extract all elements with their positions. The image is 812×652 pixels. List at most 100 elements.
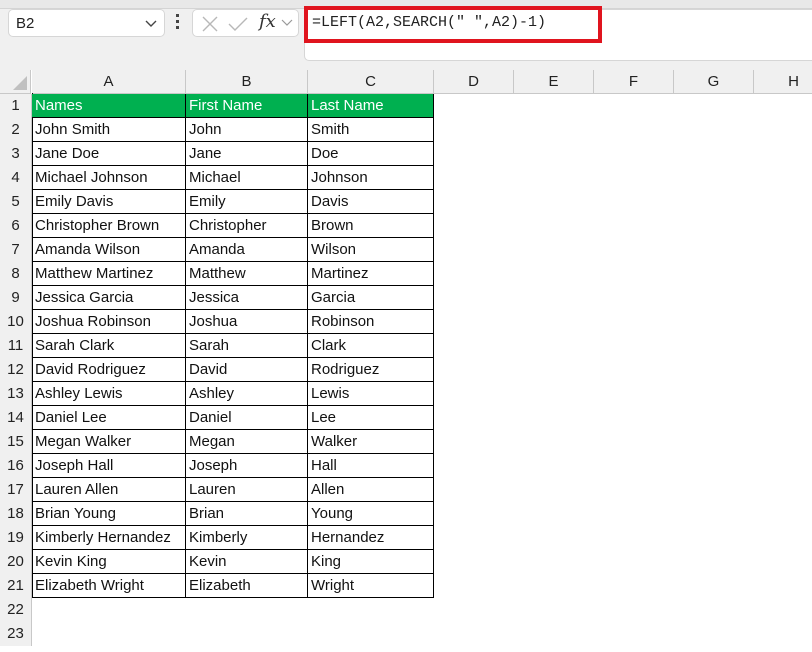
table-cell[interactable]: Matthew	[186, 262, 308, 286]
select-all-button[interactable]	[0, 70, 31, 94]
column-header-e[interactable]: E	[514, 70, 594, 94]
table-cell[interactable]: Sarah Clark	[32, 334, 186, 358]
table-cell[interactable]: Johnson	[308, 166, 434, 190]
row-header-11[interactable]: 11	[0, 334, 32, 358]
row-header-9[interactable]: 9	[0, 286, 32, 310]
table-cell[interactable]: Kimberly	[186, 526, 308, 550]
table-cell[interactable]: Emily Davis	[32, 190, 186, 214]
row-header-16[interactable]: 16	[0, 454, 32, 478]
row-header-5[interactable]: 5	[0, 190, 32, 214]
table-cell[interactable]: Joshua Robinson	[32, 310, 186, 334]
name-box[interactable]: B2	[8, 9, 165, 37]
table-cell[interactable]: Jane Doe	[32, 142, 186, 166]
column-header-b[interactable]: B	[186, 70, 308, 94]
table-cell[interactable]: King	[308, 550, 434, 574]
header-cell[interactable]: First Name	[186, 94, 308, 118]
table-cell[interactable]: Elizabeth Wright	[32, 574, 186, 598]
chevron-down-icon[interactable]	[281, 18, 293, 28]
table-cell[interactable]: Amanda	[186, 238, 308, 262]
table-cell[interactable]: Garcia	[308, 286, 434, 310]
formula-input[interactable]: =LEFT(A2,SEARCH(" ",A2)-1)	[312, 14, 546, 31]
table-cell[interactable]: Davis	[308, 190, 434, 214]
row-header-10[interactable]: 10	[0, 310, 32, 334]
row-header-1[interactable]: 1	[0, 94, 32, 118]
table-cell[interactable]: Walker	[308, 430, 434, 454]
row-header-20[interactable]: 20	[0, 550, 32, 574]
table-cell[interactable]: Hernandez	[308, 526, 434, 550]
header-cell[interactable]: Last Name	[308, 94, 434, 118]
table-cell[interactable]: Megan	[186, 430, 308, 454]
table-cell[interactable]: Lewis	[308, 382, 434, 406]
table-cell[interactable]: Jessica	[186, 286, 308, 310]
table-cell[interactable]: Brian Young	[32, 502, 186, 526]
row-header-4[interactable]: 4	[0, 166, 32, 190]
row-header-22[interactable]: 22	[0, 598, 32, 622]
table-cell[interactable]: John	[186, 118, 308, 142]
column-header-h[interactable]: H	[754, 70, 812, 94]
row-header-7[interactable]: 7	[0, 238, 32, 262]
column-header-c[interactable]: C	[308, 70, 434, 94]
insert-function-icon[interactable]: fx	[259, 11, 276, 32]
table-cell[interactable]: Christopher Brown	[32, 214, 186, 238]
table-cell[interactable]: Emily	[186, 190, 308, 214]
table-cell[interactable]: Michael Johnson	[32, 166, 186, 190]
table-cell[interactable]: Ashley Lewis	[32, 382, 186, 406]
cancel-x-icon[interactable]	[201, 15, 219, 33]
table-cell[interactable]: Wright	[308, 574, 434, 598]
table-cell[interactable]: Ashley	[186, 382, 308, 406]
table-cell[interactable]: Robinson	[308, 310, 434, 334]
table-cell[interactable]: Matthew Martinez	[32, 262, 186, 286]
table-cell[interactable]: Wilson	[308, 238, 434, 262]
table-cell[interactable]: Smith	[308, 118, 434, 142]
row-header-13[interactable]: 13	[0, 382, 32, 406]
row-header-12[interactable]: 12	[0, 358, 32, 382]
table-cell[interactable]: Elizabeth	[186, 574, 308, 598]
table-cell[interactable]: Daniel	[186, 406, 308, 430]
table-cell[interactable]: Joshua	[186, 310, 308, 334]
column-header-g[interactable]: G	[674, 70, 754, 94]
row-header-17[interactable]: 17	[0, 478, 32, 502]
header-cell[interactable]: Names	[32, 94, 186, 118]
table-cell[interactable]: Jane	[186, 142, 308, 166]
column-header-a[interactable]: A	[32, 70, 186, 94]
table-cell[interactable]: Michael	[186, 166, 308, 190]
table-cell[interactable]: Martinez	[308, 262, 434, 286]
table-cell[interactable]: Joseph Hall	[32, 454, 186, 478]
table-cell[interactable]: Brown	[308, 214, 434, 238]
enter-check-icon[interactable]	[228, 15, 248, 33]
table-cell[interactable]: Clark	[308, 334, 434, 358]
table-cell[interactable]: John Smith	[32, 118, 186, 142]
table-cell[interactable]: Sarah	[186, 334, 308, 358]
table-cell[interactable]: Lauren	[186, 478, 308, 502]
table-cell[interactable]: Doe	[308, 142, 434, 166]
row-header-18[interactable]: 18	[0, 502, 32, 526]
table-cell[interactable]: Daniel Lee	[32, 406, 186, 430]
column-header-f[interactable]: F	[594, 70, 674, 94]
more-options-icon[interactable]	[176, 14, 180, 32]
table-cell[interactable]: Christopher	[186, 214, 308, 238]
table-cell[interactable]: Kimberly Hernandez	[32, 526, 186, 550]
column-header-d[interactable]: D	[434, 70, 514, 94]
table-cell[interactable]: Joseph	[186, 454, 308, 478]
row-header-15[interactable]: 15	[0, 430, 32, 454]
table-cell[interactable]: David	[186, 358, 308, 382]
table-cell[interactable]: Rodriguez	[308, 358, 434, 382]
row-header-14[interactable]: 14	[0, 406, 32, 430]
row-header-6[interactable]: 6	[0, 214, 32, 238]
table-cell[interactable]: Amanda Wilson	[32, 238, 186, 262]
table-cell[interactable]: Hall	[308, 454, 434, 478]
table-cell[interactable]: Lauren Allen	[32, 478, 186, 502]
table-cell[interactable]: Allen	[308, 478, 434, 502]
row-header-23[interactable]: 23	[0, 622, 32, 646]
table-cell[interactable]: Brian	[186, 502, 308, 526]
chevron-down-icon[interactable]	[144, 16, 158, 30]
row-header-8[interactable]: 8	[0, 262, 32, 286]
table-cell[interactable]: Megan Walker	[32, 430, 186, 454]
row-header-3[interactable]: 3	[0, 142, 32, 166]
row-header-19[interactable]: 19	[0, 526, 32, 550]
row-header-2[interactable]: 2	[0, 118, 32, 142]
table-cell[interactable]: David Rodriguez	[32, 358, 186, 382]
table-cell[interactable]: Kevin	[186, 550, 308, 574]
spreadsheet-grid[interactable]: A B C D E F G H 1 2 3 4 5 6 7 8 9 10 11 12 13 14 15 16 17 18 19 20 2…	[0, 70, 812, 652]
table-cell[interactable]: Lee	[308, 406, 434, 430]
